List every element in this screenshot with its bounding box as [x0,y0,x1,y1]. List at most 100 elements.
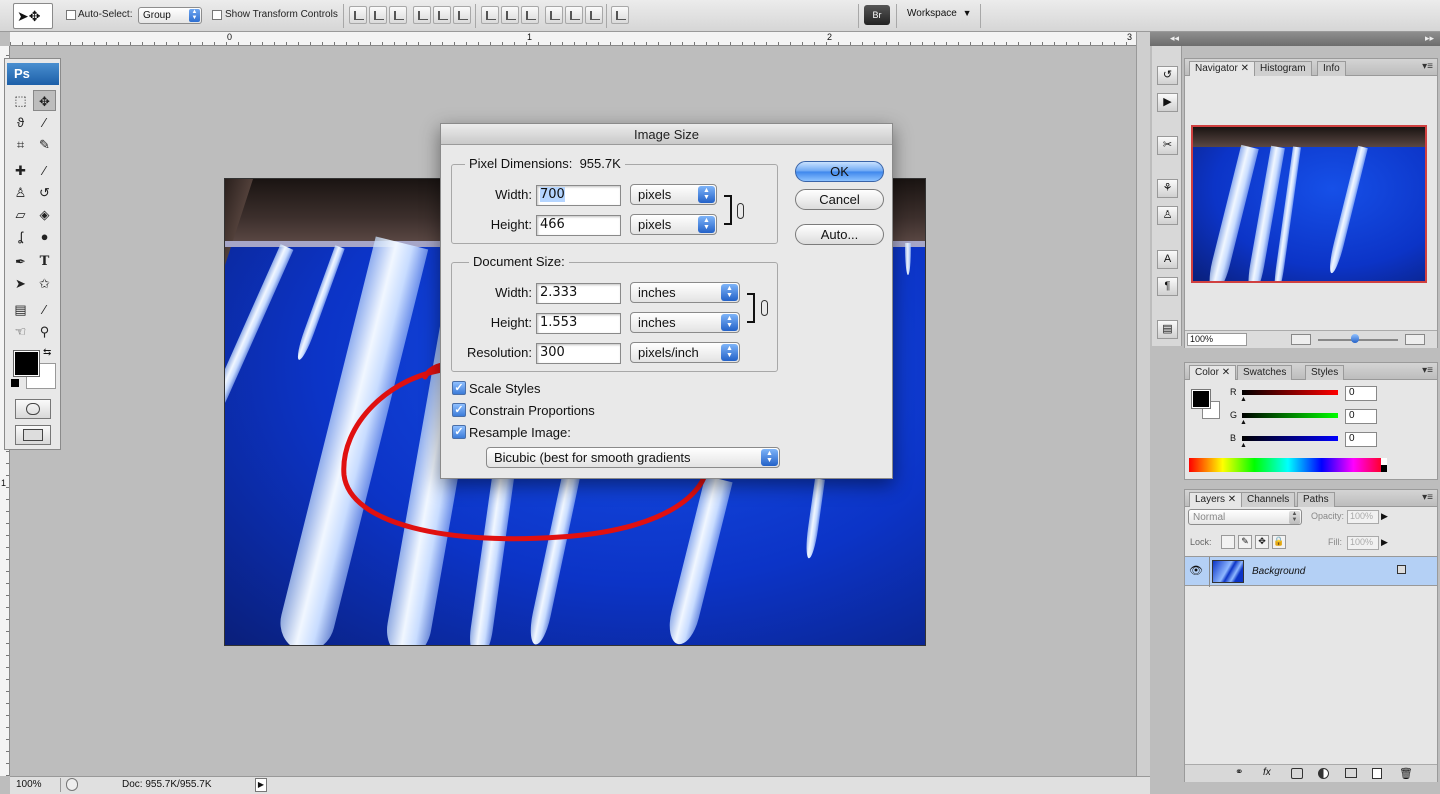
adjustment-layer-icon[interactable] [1318,768,1329,779]
panel-menu-icon[interactable]: ▾≡ [1422,492,1433,503]
align-top-edges-button[interactable] [349,6,367,24]
pixel-width-field[interactable]: 700 [536,185,621,206]
slider-thumb-icon[interactable]: ▲ [1240,396,1247,403]
shape-tool[interactable]: ✩ [33,273,56,294]
paint-bucket-tool[interactable]: ◈ [33,204,56,225]
magic-wand-tool[interactable]: ⁄ [33,112,56,133]
screen-mode-button[interactable] [15,425,51,445]
align-right-edges-button[interactable] [453,6,471,24]
cancel-button[interactable]: Cancel [795,189,884,210]
green-value-field[interactable]: 0 [1345,409,1377,424]
history-brush-tool[interactable]: ↺ [33,182,56,203]
hand-tool[interactable]: ☜ [9,321,32,342]
slider-thumb-icon[interactable]: ▲ [1240,419,1247,426]
panel-menu-icon[interactable]: ▾≡ [1422,61,1433,72]
fill-arrow-icon[interactable]: ▶ [1381,537,1388,548]
doc-height-field[interactable]: 1.553 [536,313,621,334]
paragraph-panel-button[interactable]: ¶ [1157,277,1178,296]
zoom-in-icon[interactable] [1405,334,1425,345]
constrain-proportions-checkbox[interactable]: ✓ [452,403,466,417]
quick-mask-button[interactable] [15,399,51,419]
zoom-field[interactable]: 100% [1187,333,1247,346]
align-vertical-centers-button[interactable] [369,6,387,24]
distribute-hcenter-button[interactable] [565,6,583,24]
lasso-tool[interactable]: ϑ [9,112,32,133]
layer-mask-icon[interactable] [1291,768,1303,779]
link-layers-icon[interactable]: ⚭ [1235,767,1243,778]
resample-image-checkbox[interactable]: ✓ [452,425,466,439]
trash-icon[interactable]: 🗑 [1399,767,1413,780]
zoom-tool[interactable]: ⚲ [33,321,56,342]
actions-panel-button[interactable]: ▶ [1157,93,1178,112]
eraser-tool[interactable]: ▱ [9,204,32,225]
tab-swatches[interactable]: Swatches [1237,365,1293,380]
resolution-unit-select[interactable]: pixels/inch ▲ ▼ [630,342,740,363]
brushes-panel-button[interactable]: ⚘ [1157,179,1178,198]
default-colors-icon[interactable] [11,379,19,387]
tab-channels[interactable]: Channels [1241,492,1296,507]
move-tool[interactable]: ✥ [33,90,56,111]
red-slider[interactable] [1242,390,1338,395]
pixel-height-unit-select[interactable]: pixels ▲ ▼ [630,214,717,235]
bridge-button[interactable]: Br [864,5,890,25]
character-panel-button[interactable]: A [1157,250,1178,269]
layer-name[interactable]: Background [1252,566,1305,577]
tab-paths[interactable]: Paths [1297,492,1335,507]
auto-select-checkbox[interactable] [66,10,76,20]
dodge-tool[interactable]: ● [33,226,56,247]
clone-stamp-tool[interactable]: ♙ [9,182,32,203]
show-transform-checkbox[interactable] [212,10,222,20]
fill-field[interactable]: 100% [1347,536,1379,550]
brush-tool[interactable]: ⁄ [33,160,56,181]
auto-button[interactable]: Auto... [795,224,884,245]
marquee-tool[interactable]: ⬚ [9,90,32,111]
green-slider[interactable] [1242,413,1338,418]
scale-styles-checkbox[interactable]: ✓ [452,381,466,395]
healing-brush-tool[interactable]: ✚ [9,160,32,181]
blend-mode-select[interactable]: Normal ▲ ▼ [1188,509,1302,525]
notes-tool[interactable]: ▤ [9,299,32,320]
horizontal-ruler[interactable]: 0 1 2 3 [10,32,1136,46]
navigator-thumbnail[interactable] [1191,125,1427,283]
foreground-color-swatch[interactable] [13,350,40,377]
tool-presets-panel-button[interactable]: ✂ [1157,136,1178,155]
panel-menu-icon[interactable]: ▾≡ [1422,365,1433,376]
distribute-top-button[interactable] [481,6,499,24]
status-menu-arrow-icon[interactable]: ▶ [255,778,267,792]
tool-preset-picker[interactable]: ➤✥ [13,3,53,29]
clone-source-panel-button[interactable]: ♙ [1157,206,1178,225]
resolution-field[interactable]: 300 [536,343,621,364]
tab-layers[interactable]: Layers ✕ [1189,492,1243,507]
opacity-field[interactable]: 100% [1347,510,1379,524]
white-chip[interactable] [1381,458,1387,465]
pixel-height-field[interactable]: 466 [536,215,621,236]
layer-row[interactable]: 👁 Background [1185,556,1437,587]
lock-position-icon[interactable]: ✥ [1255,535,1269,549]
doc-width-field[interactable]: 2.333 [536,283,621,304]
slider-thumb-icon[interactable]: ▲ [1240,442,1247,449]
red-value-field[interactable]: 0 [1345,386,1377,401]
path-selection-tool[interactable]: ➤ [9,273,32,294]
blue-slider[interactable] [1242,436,1338,441]
zoom-slider-thumb[interactable] [1351,334,1359,343]
black-chip[interactable] [1381,465,1387,472]
lock-all-icon[interactable]: 🔒 [1272,535,1286,549]
blur-tool[interactable]: ʆ [9,226,32,247]
pixel-width-unit-select[interactable]: pixels ▲ ▼ [630,184,717,205]
swap-colors-icon[interactable]: ⇆ [43,347,51,358]
tab-color[interactable]: Color ✕ [1189,365,1237,380]
fx-icon[interactable]: fx [1263,767,1271,778]
distribute-vcenter-button[interactable] [501,6,519,24]
slice-tool[interactable]: ✎ [33,134,56,155]
new-layer-icon[interactable] [1372,768,1382,779]
layer-comps-panel-button[interactable]: ▤ [1157,320,1178,339]
doc-height-unit-select[interactable]: inches ▲ ▼ [630,312,740,333]
blue-value-field[interactable]: 0 [1345,432,1377,447]
tab-histogram[interactable]: Histogram [1254,61,1312,76]
distribute-bottom-button[interactable] [521,6,539,24]
distribute-right-button[interactable] [585,6,603,24]
resample-method-select[interactable]: Bicubic (best for smooth gradients ▲ ▼ [486,447,780,468]
foreground-color-chip[interactable] [1191,389,1211,409]
tab-styles[interactable]: Styles [1305,365,1345,380]
status-preview-icon[interactable] [66,778,78,791]
